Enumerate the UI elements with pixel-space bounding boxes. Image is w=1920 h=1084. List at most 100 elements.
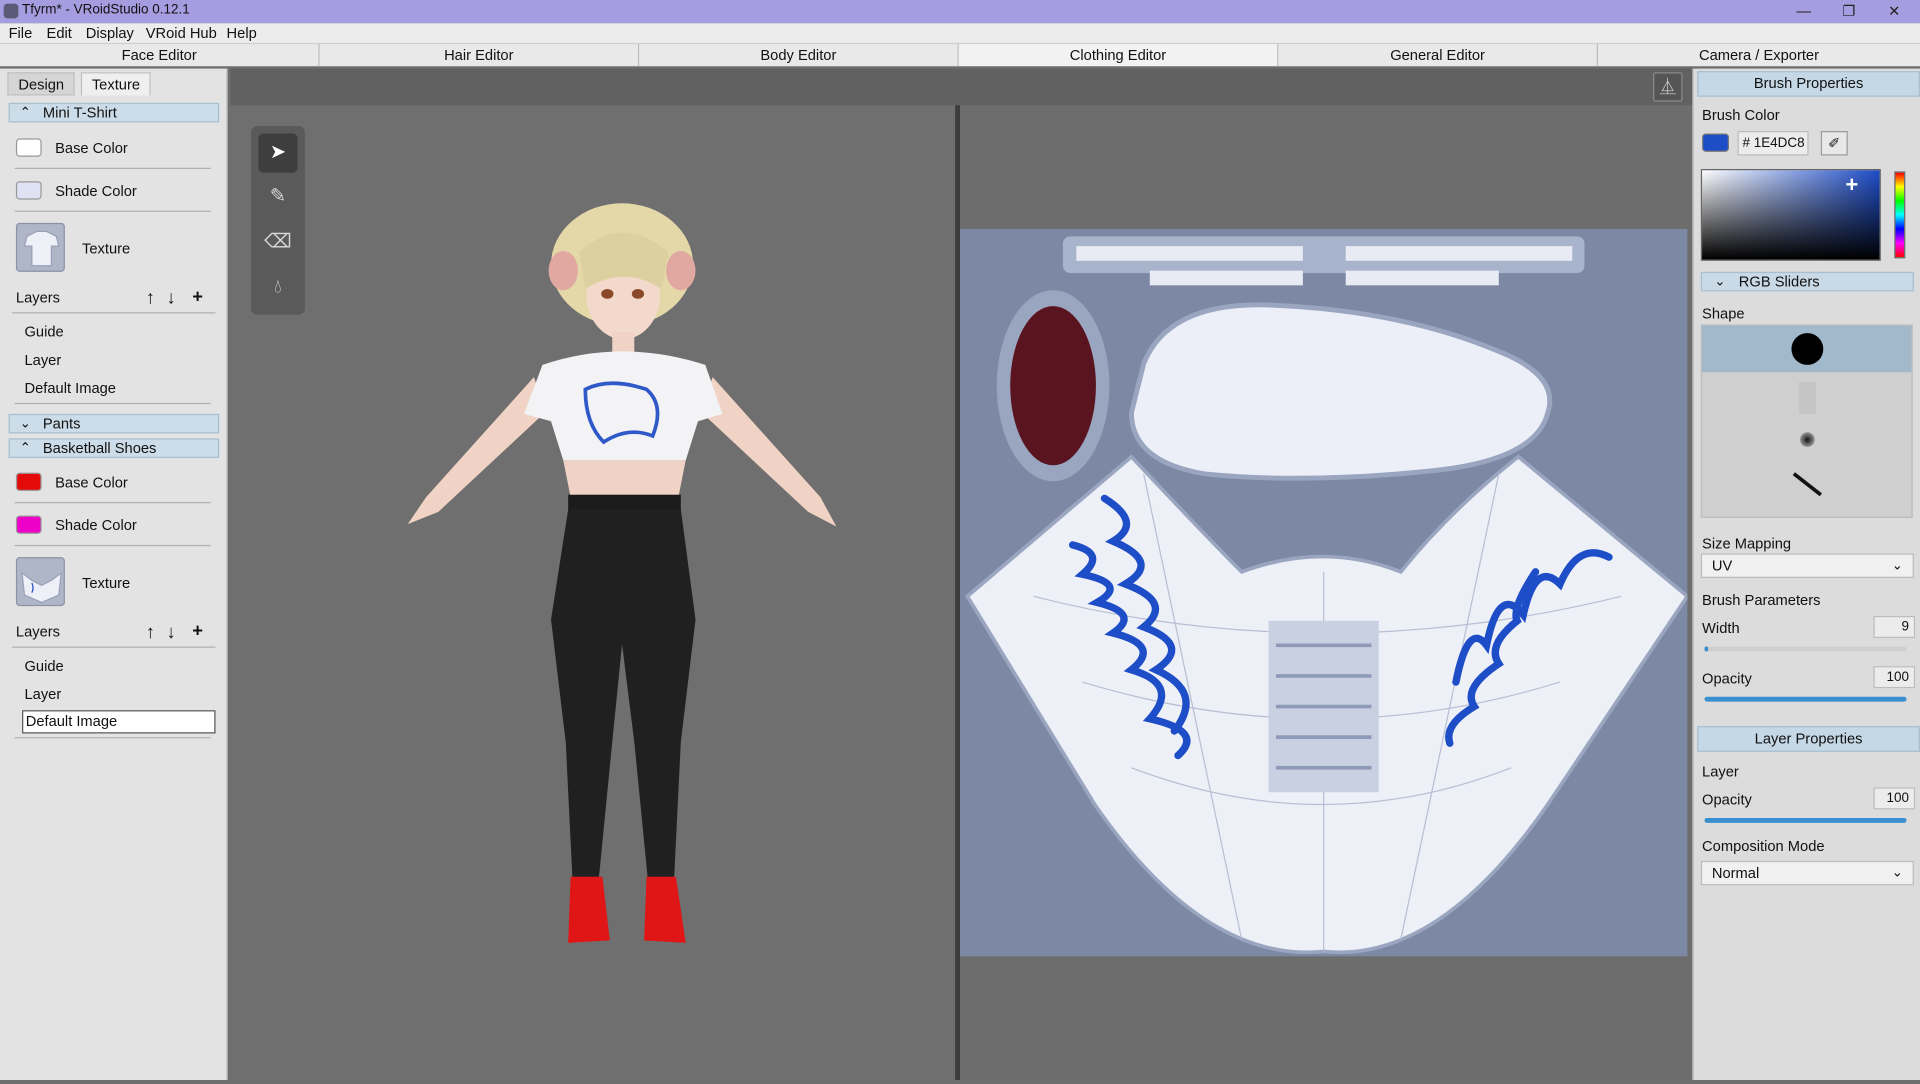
fill-drop-icon[interactable]: 💧︎ [258,268,297,307]
arrow-up-icon[interactable]: ↑ [146,289,155,307]
select-arrow-icon[interactable]: ➤ [258,133,298,173]
brush-hex-input[interactable]: # 1E4DC8 [1737,131,1809,156]
close-icon[interactable]: ✕ [1876,1,1913,22]
shirt-layers-label: Layers [15,288,61,307]
shirt-base-color-label: Base Color [55,139,128,157]
menu-vroid-hub[interactable]: VRoid Hub [146,24,217,41]
color-picker-field[interactable]: + [1700,168,1881,261]
shirt-shade-color-swatch[interactable] [15,181,42,200]
width-slider-fill [1704,646,1709,652]
tab-design[interactable]: Design [7,72,76,96]
layer-item-selected[interactable]: Default Image [22,710,216,734]
chevron-down-icon: ⌄ [1891,865,1903,881]
menu-edit[interactable]: Edit [47,24,72,41]
size-mapping-label: Size Mapping [1702,535,1792,553]
shoes-texture-thumbnail[interactable] [15,557,65,607]
add-layer-icon[interactable]: + [192,622,203,640]
layer-item[interactable]: Default Image [24,380,115,397]
layer-opacity-label: Opacity [1702,791,1752,809]
brush-shape-selected[interactable] [1702,325,1912,373]
width-label: Width [1702,619,1740,637]
right-panel: Brush Properties Brush Color # 1E4DC8 ✐ … [1692,68,1920,1081]
shirt-texture-thumbnail[interactable] [15,222,65,272]
rgb-sliders-section[interactable]: ⌄ RGB Sliders [1700,271,1914,292]
width-input[interactable]: 9 [1873,615,1916,638]
restore-icon[interactable]: ❐ [1831,1,1868,22]
flat-brush-icon[interactable] [1798,382,1816,414]
composition-mode-select[interactable]: Normal ⌄ [1700,860,1914,886]
brush-parameters-label: Brush Parameters [1702,591,1821,609]
brush-shape-list [1700,324,1913,518]
crosshair-icon: + [1845,172,1859,198]
layer-item[interactable]: Guide [24,658,63,675]
3d-viewport[interactable] [230,105,956,1081]
tab-face-editor[interactable]: Face Editor [0,44,320,67]
line-brush-icon[interactable] [1792,472,1823,497]
layer-item[interactable]: Layer [24,351,61,368]
composition-mode-label: Composition Mode [1702,837,1825,855]
soft-round-brush-icon[interactable] [1800,432,1815,447]
add-layer-icon[interactable]: + [192,288,203,306]
app-icon [3,3,19,19]
tab-texture[interactable]: Texture [80,72,152,96]
tab-hair-editor[interactable]: Hair Editor [319,44,640,67]
section-title: Pants [42,415,81,433]
section-mini-t-shirt[interactable]: ⌃ Mini T-Shirt [8,102,220,123]
eyedropper-icon[interactable]: ✐ [1820,131,1848,156]
hue-slider[interactable] [1894,171,1906,259]
arrow-up-icon[interactable]: ↑ [146,623,155,641]
opacity-slider[interactable] [1704,696,1907,702]
section-pants[interactable]: ⌄ Pants [8,413,220,434]
title-bar: Tfyrm* - VRoidStudio 0.12.1 — ❐ ✕ [0,0,1920,24]
section-basketball-shoes[interactable]: ⌃ Basketball Shoes [8,438,220,458]
menu-help[interactable]: Help [227,24,257,41]
uv-texture-canvas[interactable] [960,228,1690,957]
opacity-slider-fill [1704,696,1907,702]
layer-item[interactable]: Layer [24,686,61,703]
section-title: Basketball Shoes [42,439,157,457]
opacity-input[interactable]: 100 [1873,666,1916,689]
chevron-up-icon: ⌃ [19,440,31,456]
arrow-down-icon[interactable]: ↓ [167,623,176,641]
viewport-toolbar [230,68,1693,106]
pen-icon[interactable]: ✎ [258,178,297,217]
divider [14,502,211,504]
divider [12,646,216,648]
divider [14,167,211,169]
tab-camera-exporter[interactable]: Camera / Exporter [1597,44,1920,67]
layer-item[interactable]: Guide [24,323,63,340]
chevron-down-icon: ⌄ [1891,558,1903,574]
rgb-sliders-label: RGB Sliders [1738,273,1820,291]
shoes-base-color-swatch[interactable] [15,472,42,492]
section-title: Mini T-Shirt [42,104,117,122]
mirror-icon[interactable]: ⏅ [1653,72,1683,102]
brush-color-label: Brush Color [1702,106,1780,124]
tab-body-editor[interactable]: Body Editor [639,44,959,67]
menu-display[interactable]: Display [86,24,134,41]
width-slider[interactable] [1704,646,1907,652]
tab-clothing-editor[interactable]: Clothing Editor [958,44,1279,67]
editor-tabs: Face Editor Hair Editor Body Editor Clot… [0,44,1920,67]
divider [12,312,216,314]
shirt-shade-color-label: Shade Color [55,182,137,200]
tool-palette: ➤ ✎ ⌫ 💧︎ [251,126,305,315]
eraser-icon[interactable]: ⌫ [258,223,297,262]
shoes-shade-color-swatch[interactable] [15,515,42,534]
tab-general-editor[interactable]: General Editor [1278,44,1598,67]
chevron-down-icon: ⌄ [1714,274,1726,289]
size-mapping-value: UV [1711,557,1733,575]
hard-round-brush-icon [1791,333,1824,365]
brush-color-swatch[interactable] [1702,133,1729,152]
brush-properties-header: Brush Properties [1697,71,1920,97]
arrow-down-icon[interactable]: ↓ [167,289,176,307]
size-mapping-select[interactable]: UV ⌄ [1700,553,1914,578]
shirt-base-color-swatch[interactable] [15,138,42,157]
divider [14,544,211,547]
minimize-icon[interactable]: — [1785,1,1822,22]
menu-file[interactable]: File [9,24,33,41]
shoes-layers-label: Layers [15,623,61,641]
layer-opacity-input[interactable]: 100 [1873,787,1916,810]
divider [14,402,211,405]
layer-opacity-slider[interactable] [1704,817,1907,823]
shoes-shade-color-label: Shade Color [55,516,137,534]
